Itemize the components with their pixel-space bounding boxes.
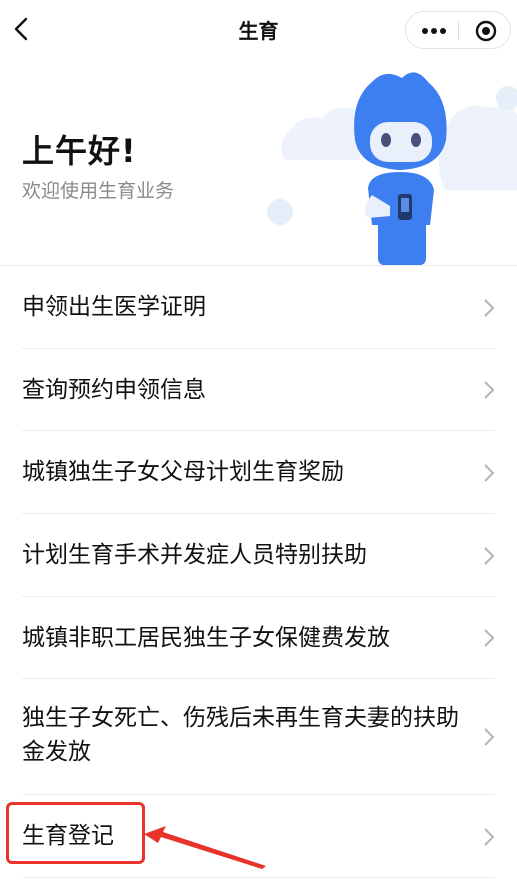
menu-item-bereaved-family-aid[interactable]: 独生子女死亡、伤残后未再生育夫妻的扶助金发放 <box>0 679 517 795</box>
chevron-right-icon <box>484 728 495 746</box>
chevron-right-icon <box>484 546 495 565</box>
menu-item-label: 申领出生医学证明 <box>22 294 206 320</box>
menu-item-label: 独生子女死亡、伤残后未再生育夫妻的扶助金发放 <box>22 705 459 765</box>
menu-item-label: 城镇非职工居民独生子女保健费发放 <box>22 625 390 651</box>
menu-item-label: 城镇独生子女父母计划生育奖励 <box>22 459 344 485</box>
chevron-right-icon <box>484 827 495 846</box>
top-nav-bar: 生育 <box>0 0 517 60</box>
chevron-right-icon <box>484 381 495 399</box>
hero-banner: 上午好! 欢迎使用生育业务 <box>0 60 517 265</box>
chevron-right-icon <box>484 629 495 647</box>
menu-item-health-fee[interactable]: 城镇非职工居民独生子女保健费发放 <box>0 597 517 679</box>
service-menu-list: 申领出生医学证明 查询预约申领信息 城镇独生子女父母计划生育奖励 计划生育手术并… <box>0 266 517 878</box>
greeting-heading: 上午好! <box>22 132 137 170</box>
mini-program-capsule <box>405 11 511 49</box>
chevron-right-icon <box>484 298 495 317</box>
menu-item-surgery-complication-aid[interactable]: 计划生育手术并发症人员特别扶助 <box>0 514 517 597</box>
menu-item-appointment-query[interactable]: 查询预约申领信息 <box>0 349 517 431</box>
chevron-right-icon <box>484 463 495 482</box>
target-circle-icon[interactable] <box>475 20 497 42</box>
capsule-divider <box>458 22 459 40</box>
greeting-subtitle: 欢迎使用生育业务 <box>22 180 175 202</box>
menu-item-label: 查询预约申领信息 <box>22 377 206 403</box>
menu-item-birth-certificate[interactable]: 申领出生医学证明 <box>0 266 517 349</box>
more-dots-icon[interactable] <box>422 28 446 34</box>
robot-mascot-illustration <box>267 72 517 265</box>
menu-item-label: 计划生育手术并发症人员特别扶助 <box>22 542 367 568</box>
red-arrow-annotation <box>144 826 266 869</box>
highlight-box <box>6 802 145 864</box>
menu-item-only-child-reward[interactable]: 城镇独生子女父母计划生育奖励 <box>0 431 517 514</box>
row-divider <box>22 877 495 878</box>
